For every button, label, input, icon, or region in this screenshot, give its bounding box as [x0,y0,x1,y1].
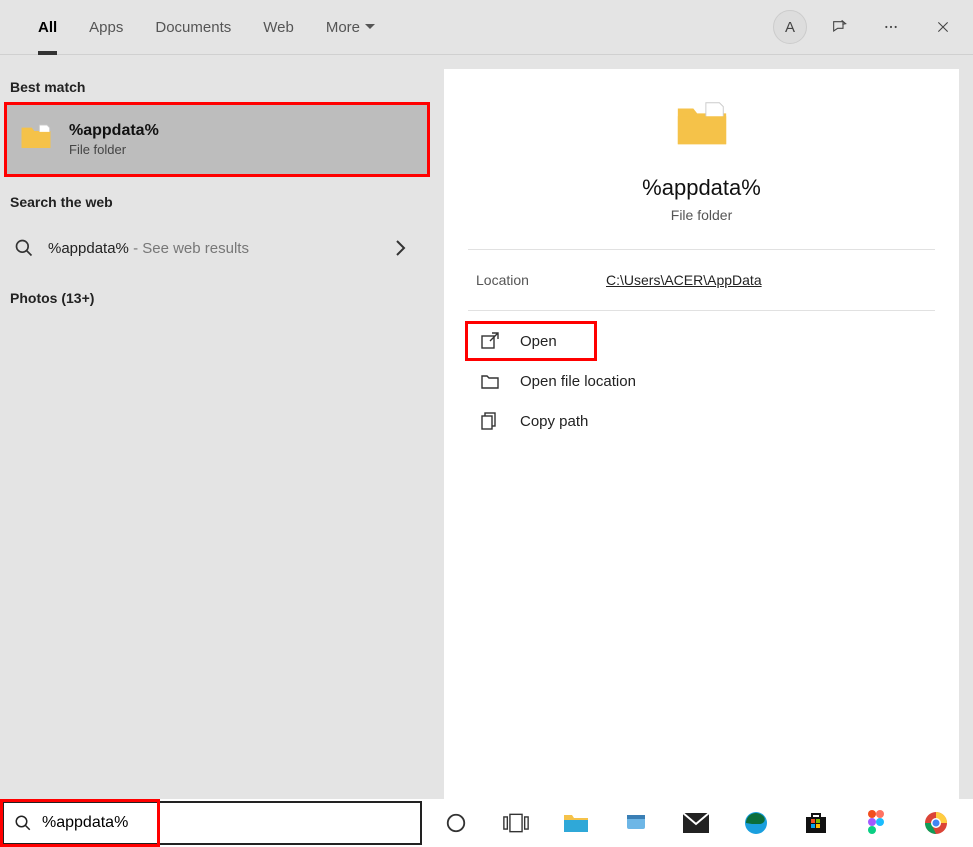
action-copy-path[interactable]: Copy path [468,401,935,441]
chrome-icon[interactable] [916,803,956,843]
action-open-location-label: Open file location [520,373,636,390]
task-view-icon[interactable] [496,803,536,843]
panel-title: %appdata% [642,175,761,201]
web-result-row[interactable]: %appdata% - See web results [0,220,430,276]
feedback-icon[interactable] [819,7,859,47]
tab-web[interactable]: Web [247,0,310,55]
action-open-location[interactable]: Open file location [468,361,935,401]
tab-all[interactable]: All [22,0,73,55]
panel-subtitle: File folder [671,207,732,223]
cortana-icon[interactable] [436,803,476,843]
details-container: %appdata% File folder Location C:\Users\… [430,55,973,799]
action-open-label: Open [520,333,557,350]
location-label: Location [476,272,606,288]
web-result-text: %appdata% - See web results [48,240,249,257]
details-panel: %appdata% File folder Location C:\Users\… [444,69,959,799]
titlebar-right: A [773,7,973,47]
tab-more[interactable]: More [310,0,392,55]
location-value[interactable]: C:\Users\ACER\AppData [606,272,762,288]
tab-apps[interactable]: Apps [73,0,139,55]
search-tabs: All Apps Documents Web More A [0,0,973,55]
result-best-match[interactable]: %appdata% File folder [4,102,430,177]
tab-documents-label: Documents [155,19,231,36]
location-row: Location C:\Users\ACER\AppData [468,250,935,310]
header-search-web: Search the web [0,188,430,220]
open-icon [480,331,500,351]
search-box[interactable] [2,801,422,845]
chevron-down-icon [364,21,376,33]
tab-web-label: Web [263,19,294,36]
figma-icon[interactable] [856,803,896,843]
copy-icon [480,411,500,431]
edge-icon[interactable] [736,803,776,843]
result-text-block: %appdata% File folder [69,122,159,157]
actions-list: Open Open file location Copy path [468,311,935,441]
more-icon[interactable] [871,7,911,47]
tab-all-label: All [38,19,57,36]
store-icon[interactable] [796,803,836,843]
chevron-right-icon [394,239,406,257]
avatar-letter: A [785,19,795,36]
panel-header: %appdata% File folder [468,95,935,249]
user-avatar[interactable]: A [773,10,807,44]
taskbar [424,803,973,843]
results-pane: Best match %appdata% File folder Search … [0,55,430,799]
mail-icon[interactable] [676,803,716,843]
tab-apps-label: Apps [89,19,123,36]
web-result-suffix: - See web results [129,240,249,257]
tab-more-label: More [326,19,360,36]
action-open[interactable]: Open [465,321,597,361]
search-icon [14,814,32,832]
search-input[interactable] [42,814,420,832]
action-copy-path-label: Copy path [520,413,588,430]
close-icon[interactable] [923,7,963,47]
header-best-match: Best match [0,73,430,105]
result-title: %appdata% [69,122,159,140]
tab-documents[interactable]: Documents [139,0,247,55]
search-icon [14,238,34,258]
folder-open-icon [480,371,500,391]
folder-large-icon [673,95,731,153]
web-result-term: %appdata% [48,240,129,257]
file-explorer-icon[interactable] [556,803,596,843]
header-photos[interactable]: Photos (13+) [0,284,430,316]
notepad-icon[interactable] [616,803,656,843]
folder-icon [19,120,53,160]
bottom-bar [0,799,973,847]
result-subtitle: File folder [69,142,159,157]
